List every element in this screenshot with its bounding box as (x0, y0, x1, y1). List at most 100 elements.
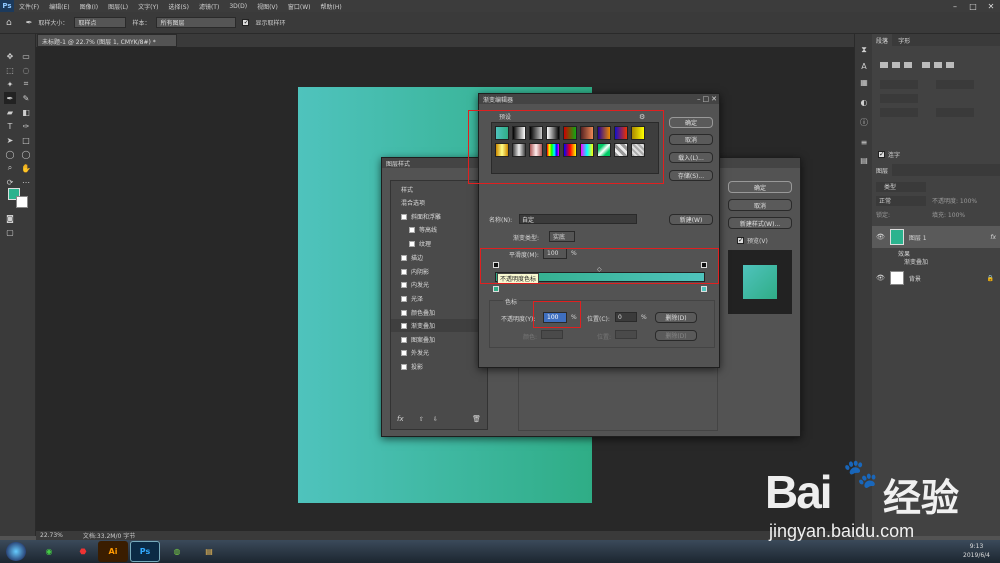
menu-file[interactable]: 文件(F) (14, 2, 44, 11)
layer-style-cancel-button[interactable]: 取消 (728, 199, 792, 211)
magic-wand-tool-icon[interactable]: ✦ (4, 78, 16, 90)
indent-first-field[interactable] (880, 94, 918, 103)
style-item-color-overlay[interactable]: 颜色叠加 (391, 306, 487, 319)
style-item-inner-glow[interactable]: 内发光 (391, 278, 487, 291)
hyphenate-checkbox[interactable] (878, 150, 885, 158)
layer-row-background[interactable]: 👁 背景 🔒 (872, 268, 1000, 288)
minimize-icon[interactable]: – (946, 0, 964, 12)
fx-icon[interactable]: fx (990, 234, 996, 241)
maximize-icon[interactable]: □ (703, 95, 710, 103)
hand-tool-icon[interactable]: ✋ (20, 162, 32, 174)
gradient-cancel-button[interactable]: 取消 (669, 134, 713, 145)
minimize-icon[interactable]: – (697, 95, 701, 103)
settings-icon[interactable]: ≡ (858, 136, 870, 148)
color-stop-left[interactable] (493, 286, 499, 292)
brush-tool-icon[interactable]: ✎ (20, 92, 32, 104)
align-right-icon[interactable] (904, 62, 912, 68)
menu-help[interactable]: 帮助(H) (316, 2, 347, 11)
style-item-pattern-overlay[interactable]: 图案叠加 (391, 333, 487, 346)
tab-layers[interactable]: 图层 (872, 164, 893, 177)
style-item-inner-shadow[interactable]: 内阴影 (391, 265, 487, 278)
gradient-load-button[interactable]: 载入(L)... (669, 152, 713, 163)
eyedropper-tool-icon[interactable]: ✒ (4, 92, 16, 104)
style-item-texture[interactable]: 纹理 (391, 237, 487, 250)
close-icon[interactable]: ✕ (711, 95, 717, 103)
zoom-tool-icon[interactable]: ⌕ (4, 162, 16, 174)
gradient-type-select[interactable]: 实底 (549, 231, 575, 242)
screen-mode-icon[interactable]: ▢ (4, 226, 16, 238)
effect-gradient-overlay[interactable]: 渐变叠加 (904, 257, 928, 266)
color-swatch-field[interactable] (541, 330, 563, 339)
eraser-tool-icon[interactable]: ▰ (4, 106, 16, 118)
gradient-new-button[interactable]: 新建(W) (669, 214, 713, 225)
maximize-icon[interactable]: □ (964, 0, 982, 12)
crop-tool-icon[interactable]: ⌗ (20, 78, 32, 90)
eyedropper-icon[interactable]: ✒ (26, 18, 33, 27)
justify-left-icon[interactable] (922, 62, 930, 68)
preview-checkbox[interactable] (737, 236, 744, 244)
gradient-save-button[interactable]: 存储(S)... (669, 170, 713, 181)
space-before-field[interactable] (880, 108, 918, 117)
menu-edit[interactable]: 编辑(E) (44, 2, 74, 11)
taskbar-app-icon[interactable]: ◍ (162, 541, 192, 562)
menu-view[interactable]: 视图(V) (252, 2, 283, 11)
character-icon[interactable]: A (858, 60, 870, 72)
move-tool-icon[interactable]: ✥ (4, 50, 16, 62)
menu-3d[interactable]: 3D(D) (224, 3, 252, 10)
new-style-button[interactable]: 新建样式(W)... (728, 217, 792, 229)
style-item-outer-glow[interactable]: 外发光 (391, 346, 487, 359)
delete-color-stop-button[interactable]: 删除(D) (655, 330, 697, 341)
menu-window[interactable]: 窗口(W) (283, 2, 316, 11)
zoom-level[interactable]: 22.73% (40, 532, 63, 539)
pen-tool-icon[interactable]: ✑ (20, 120, 32, 132)
sample-select[interactable]: 所有图层 (156, 17, 237, 28)
taskbar-photoshop-icon[interactable]: Ps (130, 541, 160, 562)
layer-opacity[interactable]: 不透明度: 100% (932, 196, 977, 205)
show-ring-checkbox[interactable] (242, 18, 250, 26)
history-icon[interactable]: ⧗ (858, 44, 870, 56)
indent-right-field[interactable] (936, 80, 974, 89)
layer-fill[interactable]: 填充: 100% (932, 210, 965, 219)
space-after-field[interactable] (936, 108, 974, 117)
taskbar-illustrator-icon[interactable]: Ai (98, 541, 128, 562)
more-tools-icon[interactable]: ⋯ (20, 176, 32, 188)
move-down-icon[interactable]: ⇩ (433, 416, 438, 423)
justify-center-icon[interactable] (934, 62, 942, 68)
background-color-swatch[interactable] (16, 196, 28, 208)
taskbar-pdf-icon[interactable]: ⬣ (68, 541, 98, 562)
menu-filter[interactable]: 滤镜(T) (194, 2, 224, 11)
marquee-tool-icon[interactable]: ⬚ (4, 64, 16, 76)
justify-all-icon[interactable] (946, 62, 954, 68)
adjustments-icon[interactable]: ◐ (858, 96, 870, 108)
taskbar-360-icon[interactable]: ◉ (34, 541, 64, 562)
home-icon[interactable]: ⌂ (6, 18, 12, 28)
indent-left-field[interactable] (880, 80, 918, 89)
align-center-icon[interactable] (892, 62, 900, 68)
blur-tool-icon[interactable]: ◯ (4, 148, 16, 160)
style-item-gradient-overlay[interactable]: 渐变叠加 (391, 319, 487, 332)
properties-icon[interactable]: ⓘ (858, 116, 870, 128)
blend-mode-select[interactable]: 正常 (876, 196, 926, 206)
document-tab[interactable]: 未标题-1 @ 22.7% (图层 1, CMYK/8#) * (37, 34, 177, 47)
sample-size-select[interactable]: 取样点 (74, 17, 127, 28)
style-item-stroke[interactable]: 描边 (391, 251, 487, 264)
type-tool-icon[interactable]: T (4, 120, 16, 132)
style-item-drop-shadow[interactable]: 投影 (391, 360, 487, 373)
align-left-icon[interactable] (880, 62, 888, 68)
ellipse-tool-icon[interactable]: ◯ (20, 148, 32, 160)
clock-date[interactable]: 2019/6/4 (963, 551, 990, 560)
lasso-tool-icon[interactable]: ◌ (20, 64, 32, 76)
delete-opacity-stop-button[interactable]: 删除(D) (655, 312, 697, 323)
styles-header[interactable]: 样式 (391, 183, 487, 196)
visibility-eye-icon[interactable]: 👁 (876, 233, 885, 241)
color-stop-right[interactable] (701, 286, 707, 292)
path-select-tool-icon[interactable]: ➤ (4, 134, 16, 146)
menu-select[interactable]: 选择(S) (163, 2, 194, 11)
start-button-icon[interactable] (6, 542, 26, 561)
taskbar-folder-icon[interactable]: ▤ (194, 541, 224, 562)
location-field[interactable] (615, 312, 637, 322)
rectangle-tool-icon[interactable]: □ (20, 134, 32, 146)
gradient-tool-icon[interactable]: ◧ (20, 106, 32, 118)
blend-options-item[interactable]: 混合选项 (391, 196, 487, 209)
artboard-tool-icon[interactable]: ▭ (20, 50, 32, 62)
